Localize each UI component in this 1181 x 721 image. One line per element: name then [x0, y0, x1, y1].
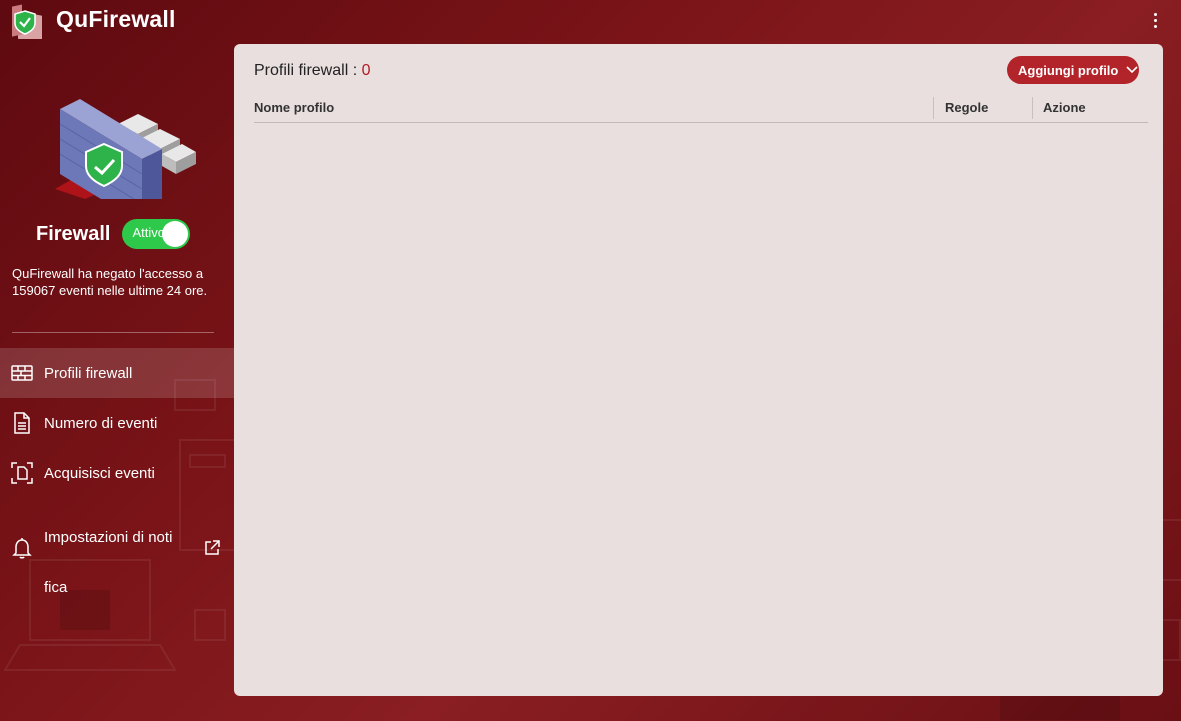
page-title: Profili firewall : 0: [254, 62, 370, 80]
sidebar-item-label: Acquisisci eventi: [44, 464, 155, 482]
label-line-2: fica: [44, 579, 68, 596]
label-line-1: Impostazioni di noti: [44, 529, 173, 546]
chevron-down-icon: [1126, 66, 1138, 74]
app-header: QuFirewall: [0, 0, 1181, 44]
column-header-regole[interactable]: Regole: [945, 100, 988, 115]
column-header-azione[interactable]: Azione: [1043, 100, 1086, 115]
main-panel: Profili firewall : 0 Aggiungi profilo No…: [234, 44, 1163, 696]
more-options-icon[interactable]: [1144, 8, 1166, 32]
firewall-description: QuFirewall ha negato l'accesso a 159067 …: [12, 266, 208, 298]
sidebar-item-acquisisci-eventi[interactable]: Acquisisci eventi: [0, 448, 234, 498]
firewall-illustration-icon: [55, 99, 196, 199]
qufirewall-logo-icon: [12, 4, 42, 39]
external-link-icon[interactable]: [202, 538, 222, 558]
sidebar-item-numero-di-eventi[interactable]: Numero di eventi: [0, 398, 234, 448]
sidebar-item-profili-firewall[interactable]: Profili firewall: [0, 348, 234, 398]
sidebar: Firewall Attivo QuFirewall ha negato l'a…: [0, 44, 234, 721]
profile-count: 0: [361, 62, 371, 79]
sidebar-item-label: Impostazioni di noti fica: [44, 513, 194, 613]
capture-icon: [11, 462, 33, 484]
column-divider: [1032, 97, 1033, 119]
firewall-status-row: Firewall Attivo: [36, 219, 226, 249]
firewall-toggle[interactable]: Attivo: [122, 219, 191, 249]
table-header: Nome profilo Regole Azione: [254, 97, 1148, 123]
sidebar-divider: [12, 332, 214, 333]
bell-icon: [12, 538, 32, 559]
add-profile-button[interactable]: Aggiungi profilo: [1007, 56, 1139, 84]
add-profile-label: Aggiungi profilo: [1018, 62, 1119, 78]
page-title-label: Profili firewall :: [254, 62, 362, 79]
sidebar-item-label: Numero di eventi: [44, 414, 158, 432]
toggle-label: Attivo: [132, 225, 165, 240]
column-divider: [933, 97, 934, 119]
app-title: QuFirewall: [56, 6, 176, 32]
table-body: [254, 124, 1148, 674]
document-icon: [14, 412, 30, 434]
firewall-label: Firewall: [36, 222, 111, 245]
sidebar-nav: Profili firewall Numero di eventi Acquis…: [0, 348, 234, 598]
firewall-icon: [11, 365, 33, 381]
toggle-knob: [162, 221, 189, 247]
sidebar-item-impostazioni-notifica[interactable]: Impostazioni di noti fica: [0, 498, 234, 598]
column-header-nome-profilo[interactable]: Nome profilo: [254, 100, 334, 115]
sidebar-item-label: Profili firewall: [44, 364, 133, 382]
